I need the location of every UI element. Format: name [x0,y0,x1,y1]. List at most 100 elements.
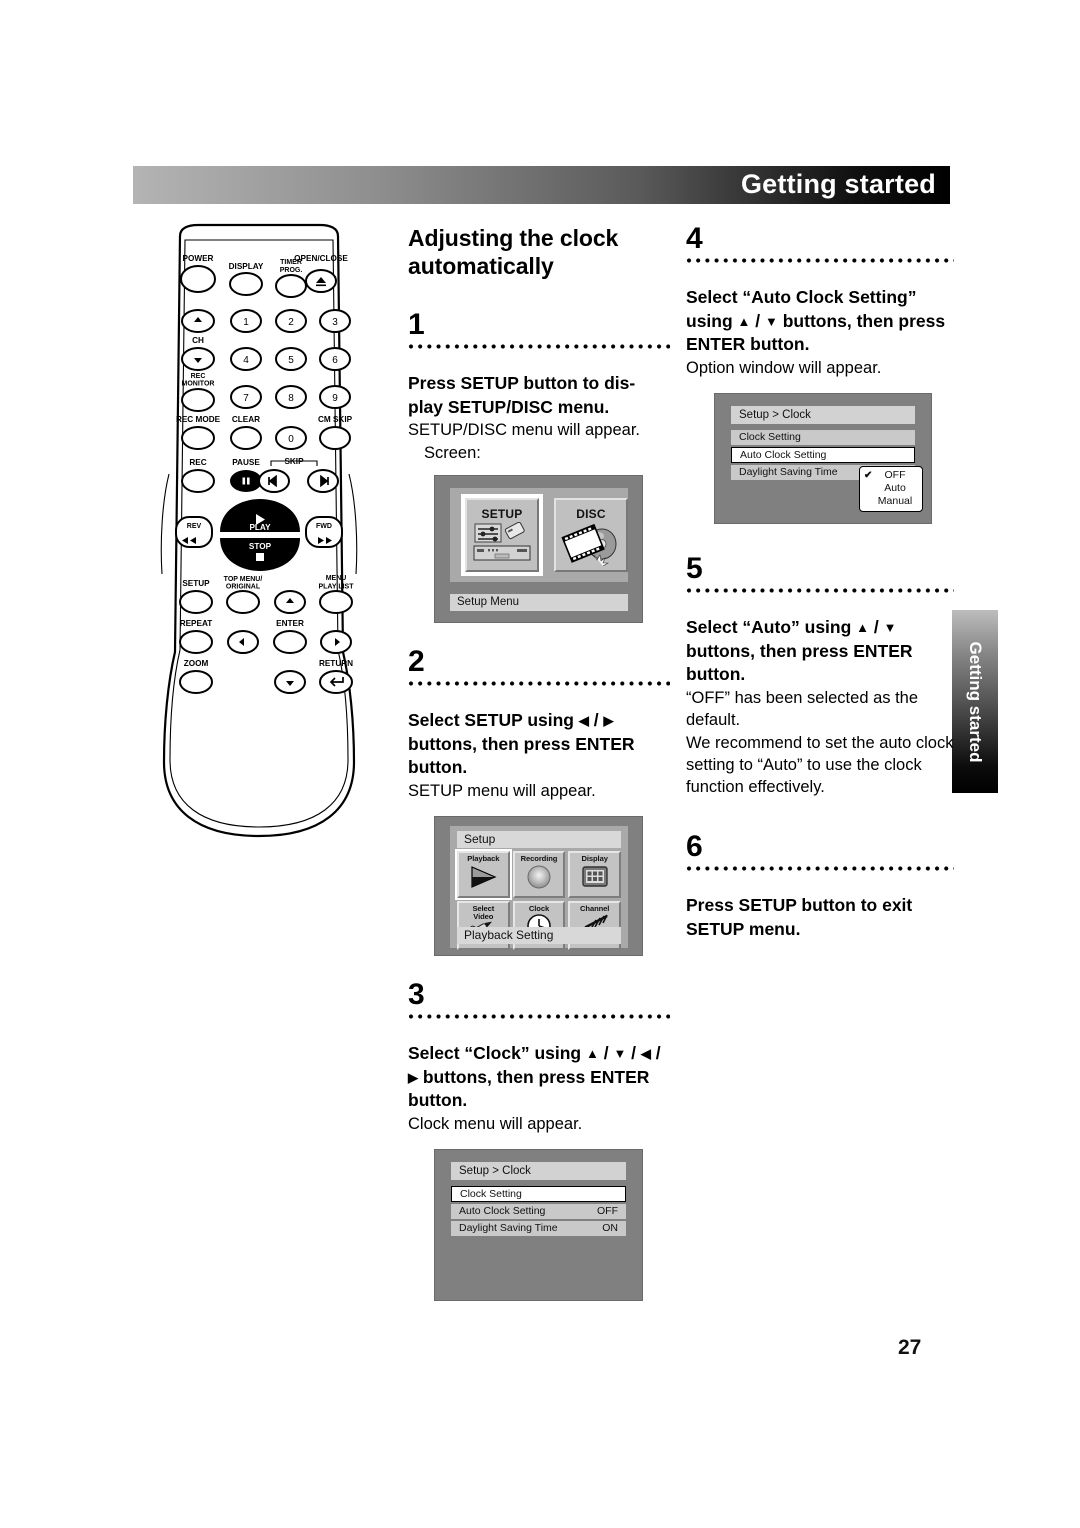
svg-text:3: 3 [332,317,338,328]
step-5: 5 Select “Auto” using ▲ / ▼ buttons, the… [686,554,954,798]
step-6-divider [686,865,954,878]
svg-text:8: 8 [288,393,294,404]
step-1-heading: Press SETUP button to dis-play SETUP/DIS… [408,372,670,419]
remote-label-ch: CH [192,336,204,345]
step-5-heading-b: / [869,617,884,638]
setup-tile-icon [473,521,531,561]
setup-menu-panel: Setup Playback Recording Display Select … [450,826,628,950]
clock-option-row-daylight-saving-time-label: Daylight Saving Time [739,466,838,479]
svg-text:STOP: STOP [249,542,272,551]
remote-label-power: POWER [183,254,214,263]
remote-label-rec-mode: REC MODE [176,415,221,424]
arrow-down-glyph: ▼ [613,1046,627,1062]
page-number: 27 [898,1336,922,1359]
step-1-body: SETUP/DISC menu will appear. [408,421,641,440]
arrow-up-glyph-5: ▲ [856,620,870,636]
step-2-heading-c: buttons, then press ENTER button. [408,733,635,778]
clock-option-row-clock-setting[interactable]: Clock Setting [731,430,915,446]
option-auto-label: Auto [884,482,906,495]
step-2-divider [408,679,670,692]
remote-button-menu-playlist [319,590,353,614]
step-3: 3 Select “Clock” using ▲ / ▼ / ◀ / ▶ but… [408,980,670,1302]
clock-menu-rows: Clock Setting Auto Clock Setting OFF Day… [451,1186,626,1238]
step-4-number: 4 [686,222,703,255]
playback-icon [471,866,497,888]
remote-label-fwd: FWD [316,523,332,530]
option-off[interactable]: ✔ OFF [860,469,922,482]
step-3-divider [408,1013,670,1026]
arrow-left-glyph-2: ◀ [640,1046,651,1062]
arrow-left-glyph: ◀ [578,712,589,728]
remote-label-cm-skip: CM SKIP [318,415,353,424]
arrow-down-glyph-4: ▼ [765,313,778,329]
remote-button-fwd [305,516,343,548]
step-4: 4 Select “Auto Clock Setting” using ▲ / … [686,222,954,525]
svg-text:4: 4 [243,355,249,366]
svg-text:9: 9 [332,393,338,404]
step-5-heading: Select “Auto” using ▲ / ▼ buttons, then … [686,616,954,687]
arrow-down-glyph-5: ▼ [883,620,897,636]
auto-clock-option-popup[interactable]: ✔ OFF Auto Manual [859,466,923,513]
right-column: 4 Select “Auto Clock Setting” using ▲ / … [686,224,954,966]
disc-tile-icon [561,523,617,567]
page-header-bar: Getting started [133,166,950,204]
step-3-body: Clock menu will appear. [408,1114,583,1133]
step-6: 6 Press SETUP button to exit SETUP menu. [686,832,954,941]
remote-button-power [180,265,216,293]
option-auto[interactable]: Auto [860,482,922,495]
setup-cell-display-label: Display [581,854,608,864]
setup-disc-tile-disc[interactable]: DISC [554,497,628,572]
clock-row-auto-clock-setting-value: OFF [597,1205,618,1218]
svg-text:1: 1 [243,317,249,328]
step-2-heading: Select SETUP using ◀ / ▶ buttons, then p… [408,709,670,780]
clock-option-row-auto-clock-setting[interactable]: Auto Clock Setting [731,447,915,464]
chapter-side-tab: Getting started [952,610,998,793]
chapter-side-tab-label: Getting started [966,641,985,762]
stop-icon [256,553,264,561]
step-4-divider [686,257,954,269]
screen-clock-menu: Setup > Clock Clock Setting Auto Clock S… [434,1149,643,1302]
clock-menu-title: Setup > Clock [451,1162,626,1181]
remote-label-monitor: MONITOR [182,381,215,388]
clock-row-auto-clock-setting[interactable]: Auto Clock Setting OFF [451,1204,626,1220]
step-2-number: 2 [408,644,425,678]
setup-cell-recording[interactable]: Recording [512,851,566,898]
step-2-heading-a: Select SETUP using [408,709,579,730]
setup-cell-display[interactable]: Display [568,851,621,898]
step-1-divider [408,343,670,356]
remote-button-display [229,272,263,296]
svg-text:7: 7 [243,393,249,404]
recording-icon [527,865,551,889]
clock-option-rows: Clock Setting Auto Clock Setting Dayligh… [731,430,923,513]
remote-button-rec-monitor [181,388,215,412]
setup-menu-grid: Playback Recording Display Select Video … [455,849,621,950]
step-3-heading-e: buttons, then press ENTER button. [408,1066,650,1111]
setup-disc-tile-setup[interactable]: SETUP [461,493,543,576]
step-6-heading: Press SETUP button to exit SETUP menu. [686,895,913,939]
step-3-heading: Select “Clock” using ▲ / ▼ / ◀ / ▶ butto… [408,1042,670,1113]
setup-cell-playback[interactable]: Playback [455,849,512,900]
setup-disc-status: Setup Menu [450,593,628,611]
clock-row-clock-setting[interactable]: Clock Setting [451,1186,626,1203]
step-4-heading-b: / [750,310,765,331]
clock-row-daylight-saving-time[interactable]: Daylight Saving Time ON [451,1221,626,1237]
remote-label-setup: SETUP [182,579,210,588]
remote-label-open-close: OPEN/CLOSE [294,254,348,263]
svg-text:PLAY: PLAY [249,523,271,532]
step-5-body2: We recommend to set the auto clock setti… [686,733,954,797]
option-manual[interactable]: Manual [860,495,922,508]
svg-text:6: 6 [332,355,338,366]
step-5-number: 5 [686,552,703,586]
step-3-heading-b: / [598,1043,614,1064]
check-icon: ✔ [864,470,873,482]
step-5-body: “OFF” has been selected as the default. [686,689,919,730]
remote-label-rec-btn: REC [189,458,206,467]
screen-setup-menu: Setup Playback Recording Display Select … [434,816,643,957]
clock-row-daylight-saving-time-label: Daylight Saving Time [459,1222,558,1235]
setup-cell-select-video-label: Select Video [472,903,495,921]
setup-disc-panel: SETUP DISC [450,487,628,582]
arrow-right-glyph: ▶ [603,712,614,728]
section-title: Adjusting the clock automatically [408,225,619,280]
step-4-body: Option window will appear. [686,358,882,377]
remote-label-original: ORIGINAL [226,584,261,591]
